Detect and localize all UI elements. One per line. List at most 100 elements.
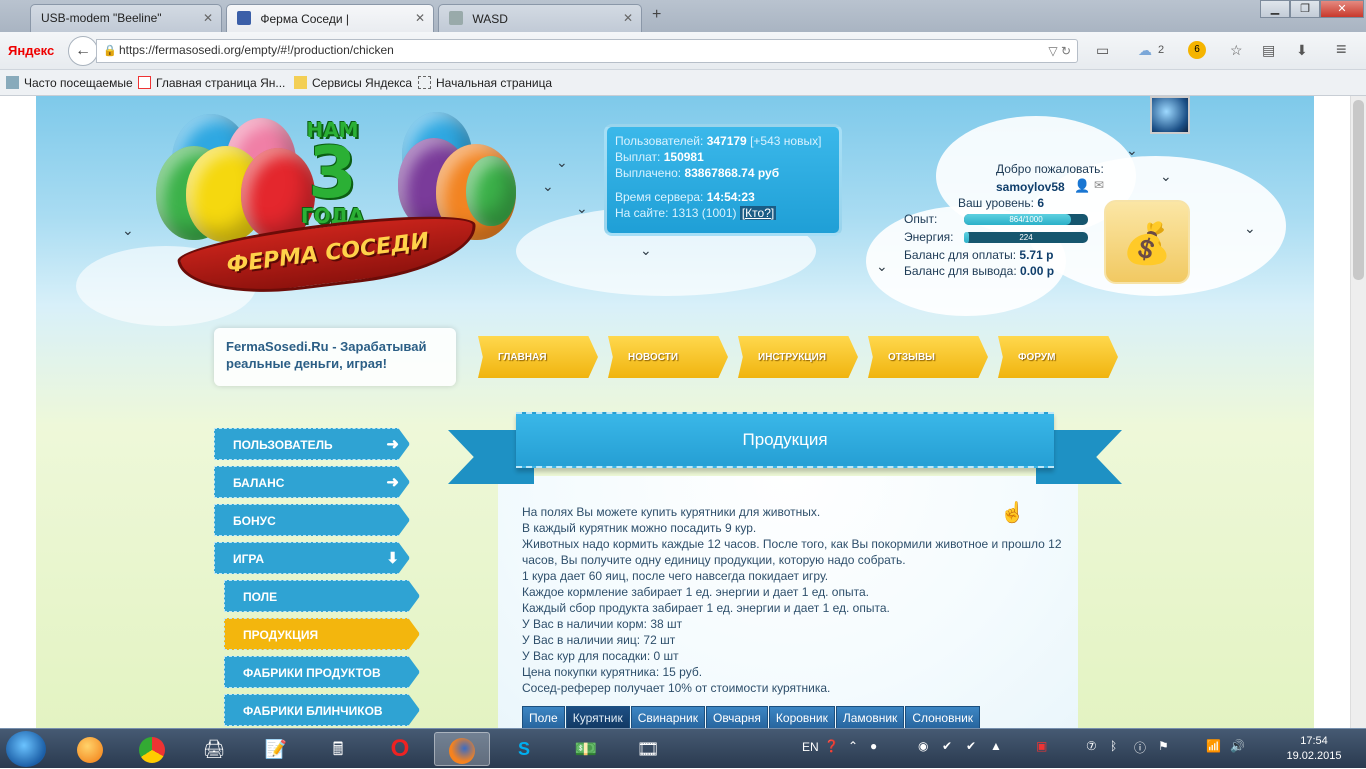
sticky-notes-icon[interactable]: 📝 bbox=[248, 732, 304, 766]
maximize-button[interactable]: ❐ bbox=[1290, 0, 1320, 18]
menu-main[interactable]: ГЛАВНАЯ bbox=[478, 336, 598, 378]
star-icon[interactable]: ☆ bbox=[1230, 42, 1243, 59]
lock-icon[interactable]: 🔒 bbox=[103, 44, 117, 57]
profile-icon[interactable]: 👤 bbox=[1074, 178, 1090, 194]
tab-sheepfold[interactable]: Овчарня bbox=[706, 706, 768, 728]
side-menu-label: ПОЛЕ bbox=[243, 590, 278, 604]
scanner-icon[interactable]: 🖨 bbox=[186, 732, 242, 766]
menu-reviews[interactable]: ОТЗЫВЫ bbox=[868, 336, 988, 378]
tab-pigsty[interactable]: Свинарник bbox=[630, 706, 705, 728]
facebook-icon bbox=[237, 11, 251, 25]
url-input[interactable] bbox=[119, 43, 1019, 57]
scrollbar-thumb[interactable] bbox=[1353, 100, 1364, 280]
opera-icon[interactable]: O bbox=[372, 732, 428, 766]
new-tab-button[interactable]: + bbox=[652, 6, 661, 24]
address-bar[interactable]: 🔒 ▽ ↻ bbox=[96, 39, 1078, 63]
info-icon[interactable]: ⓘ bbox=[1134, 739, 1146, 756]
clock-time: 17:54 bbox=[1300, 735, 1328, 747]
users-count: 347179 bbox=[706, 134, 747, 148]
side-menu-label: ФАБРИКИ БЛИНЧИКОВ bbox=[243, 704, 383, 718]
side-menu-bonus[interactable]: БОНУС bbox=[214, 504, 410, 536]
side-menu-pancake-factories[interactable]: ФАБРИКИ БЛИНЧИКОВ bbox=[224, 694, 420, 726]
close-window-button[interactable]: ✕ bbox=[1320, 0, 1364, 18]
language-indicator[interactable]: EN bbox=[802, 740, 819, 754]
description-line: Каждый сбор продукта забирает 1 ед. энер… bbox=[522, 601, 890, 615]
check-icon[interactable]: ✔ bbox=[942, 739, 952, 753]
cloud-icon[interactable]: ☁ bbox=[1138, 42, 1152, 59]
adobe-icon[interactable]: ▣ bbox=[1036, 739, 1047, 753]
close-icon[interactable]: ✕ bbox=[203, 11, 213, 25]
taskbar: 🖨 📝 🖩 O S 💵 🎞 EN ❓ ⌃ ● ◉ ✔ ✔ ▲ ▣ ⑦ ᛒ ⓘ ⚑… bbox=[0, 728, 1366, 768]
paid-total: 83867868.74 руб bbox=[684, 166, 780, 180]
menu-instructions[interactable]: ИНСТРУКЦИЯ bbox=[738, 336, 858, 378]
help-icon[interactable]: ❓ bbox=[824, 739, 839, 753]
tray-app-icon[interactable]: ⑦ bbox=[1086, 739, 1097, 753]
screenshot-icon[interactable]: ▭ bbox=[1096, 42, 1109, 59]
bluetooth-icon[interactable]: ᛒ bbox=[1110, 739, 1117, 753]
tray-expand-icon[interactable]: ⌃ bbox=[848, 739, 858, 753]
mail-icon[interactable]: ✉ bbox=[1094, 178, 1104, 192]
tray-app-icon[interactable]: ● bbox=[870, 739, 877, 753]
globe-icon[interactable] bbox=[1150, 96, 1190, 134]
download-icon[interactable]: ⬇ bbox=[1296, 42, 1308, 59]
money-icon[interactable]: 💵 bbox=[558, 732, 614, 766]
side-menu-production[interactable]: ПРОДУКЦИЯ bbox=[224, 618, 420, 650]
side-menu-game[interactable]: ИГРА ⬇ bbox=[214, 542, 410, 574]
menu-news[interactable]: НОВОСТИ bbox=[608, 336, 728, 378]
bookmark-start-page[interactable]: Начальная страница bbox=[418, 76, 552, 90]
badge-count[interactable]: 6 bbox=[1188, 41, 1206, 59]
clock[interactable]: 17:54 19.02.2015 bbox=[1278, 734, 1350, 764]
bookmark-yandex-services[interactable]: Сервисы Яндекса bbox=[294, 76, 412, 90]
tab-wasd[interactable]: WASD ✕ bbox=[438, 4, 642, 32]
tab-title: Ферма Соседи | bbox=[260, 12, 349, 26]
site-stats: Пользователей: 347179 [+543 новых] Выпла… bbox=[604, 124, 842, 236]
reading-list-icon[interactable]: ▤ bbox=[1262, 42, 1275, 59]
close-icon[interactable]: ✕ bbox=[415, 11, 425, 25]
money-bag-icon[interactable]: 💰 bbox=[1104, 200, 1190, 284]
page-scrollbar[interactable] bbox=[1350, 96, 1366, 728]
flag-icon[interactable]: ⚑ bbox=[1158, 739, 1169, 753]
tray-app-icon[interactable]: ▲ bbox=[990, 739, 1002, 753]
tab-elephant-house[interactable]: Слоновник bbox=[905, 706, 981, 728]
tab-chicken-coop[interactable]: Курятник bbox=[565, 706, 630, 728]
side-menu-field[interactable]: ПОЛЕ bbox=[224, 580, 420, 612]
stat-label: Выплачено: bbox=[615, 166, 682, 180]
back-button[interactable]: ← bbox=[68, 36, 98, 66]
firefox-icon[interactable] bbox=[434, 732, 490, 766]
network-icon[interactable]: 📶 bbox=[1206, 739, 1221, 753]
app-icon-orange[interactable] bbox=[62, 732, 118, 766]
tray-app-icon[interactable]: ◉ bbox=[918, 739, 928, 753]
balloon-icon bbox=[466, 156, 516, 226]
level-value: 6 bbox=[1037, 196, 1045, 210]
server-time: 14:54:23 bbox=[706, 190, 755, 204]
check-icon[interactable]: ✔ bbox=[966, 739, 976, 753]
bookmark-frequent[interactable]: Часто посещаемые bbox=[6, 76, 133, 90]
side-menu-user[interactable]: ПОЛЬЗОВАТЕЛЬ ➜ bbox=[214, 428, 410, 460]
tab-cowshed[interactable]: Коровник bbox=[768, 706, 835, 728]
menu-forum[interactable]: ФОРУМ bbox=[998, 336, 1118, 378]
username[interactable]: samoylov58 bbox=[996, 180, 1065, 194]
media-icon[interactable]: 🎞 bbox=[620, 732, 676, 766]
close-icon[interactable]: ✕ bbox=[623, 11, 633, 25]
balance-out-value: 0.00 р bbox=[1020, 264, 1055, 278]
yandex-logo[interactable]: Яндекс bbox=[8, 43, 54, 58]
side-menu-balance[interactable]: БАЛАНС ➜ bbox=[214, 466, 410, 498]
chrome-icon[interactable] bbox=[124, 732, 180, 766]
bird-icon: ⌄ bbox=[1160, 168, 1172, 184]
tab-llama-barn[interactable]: Ламовник bbox=[835, 706, 905, 728]
calculator-icon[interactable]: 🖩 bbox=[310, 732, 366, 766]
bookmark-yandex-home[interactable]: Главная страница Ян... bbox=[138, 76, 285, 90]
tab-ferma-sosedi[interactable]: Ферма Соседи | ✕ bbox=[226, 4, 434, 32]
tab-field[interactable]: Поле bbox=[522, 706, 565, 728]
tab-usb-modem[interactable]: USB-modem "Beeline" ✕ bbox=[30, 4, 222, 32]
reload-icon[interactable]: ▽ ↻ bbox=[1048, 44, 1071, 58]
bird-icon: ⌄ bbox=[556, 154, 568, 170]
volume-icon[interactable]: 🔊 bbox=[1230, 739, 1245, 753]
skype-icon[interactable]: S bbox=[496, 732, 552, 766]
start-button[interactable] bbox=[6, 731, 46, 767]
menu-icon[interactable]: ≡ bbox=[1336, 39, 1347, 60]
who-online-link[interactable]: [Кто?] bbox=[739, 206, 777, 220]
side-menu-food-factories[interactable]: ФАБРИКИ ПРОДУКТОВ bbox=[224, 656, 420, 688]
minimize-button[interactable]: ▁ bbox=[1260, 0, 1290, 18]
bookmark-label: Главная страница Ян... bbox=[156, 76, 286, 90]
